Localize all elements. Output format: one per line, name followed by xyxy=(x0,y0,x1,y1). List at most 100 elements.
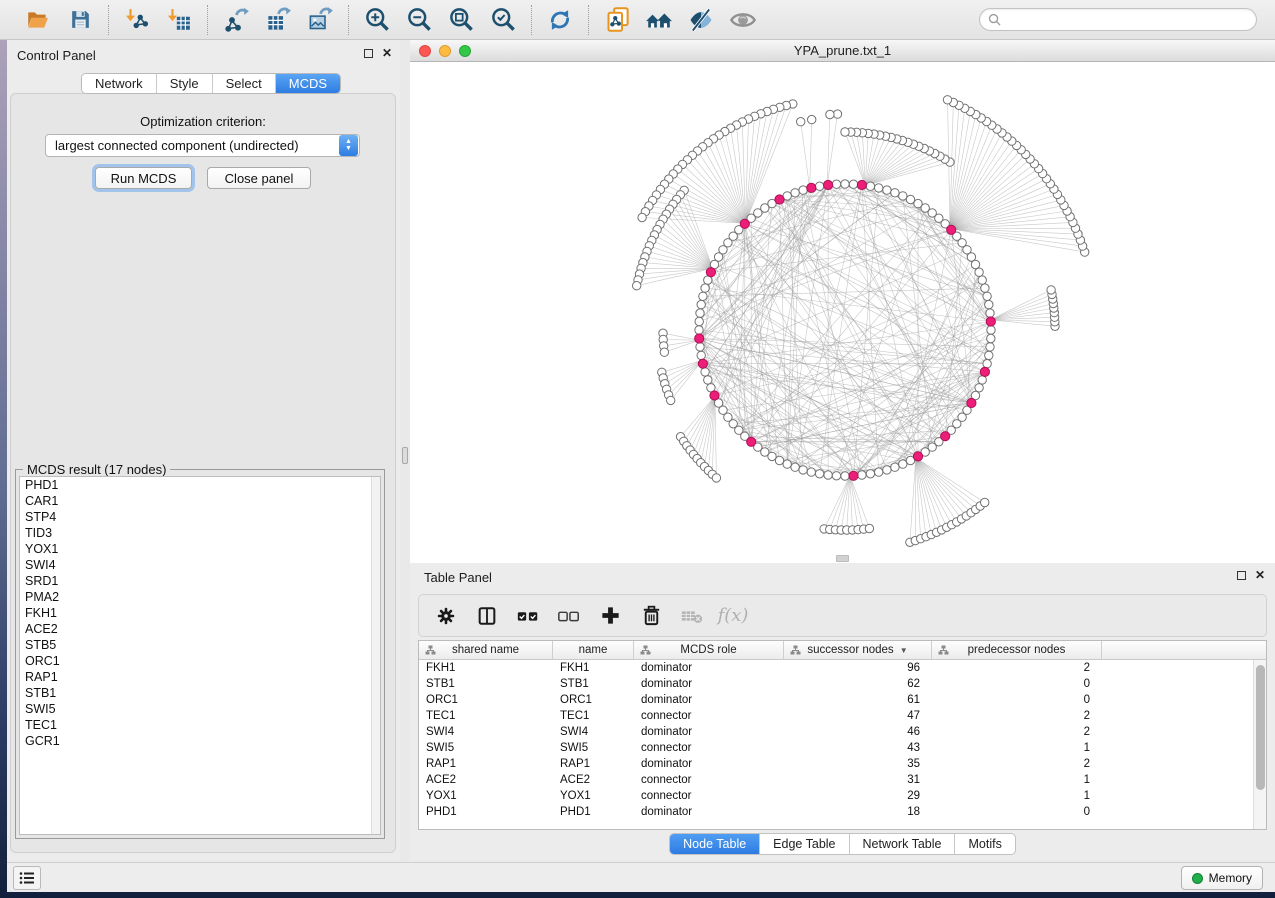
network-canvas[interactable] xyxy=(410,62,1275,563)
table-cell[interactable] xyxy=(1102,756,1253,772)
network-node[interactable] xyxy=(985,351,993,359)
table-cell[interactable]: 96 xyxy=(784,660,932,676)
network-node[interactable] xyxy=(983,360,991,368)
table-cell[interactable]: SWI5 xyxy=(553,740,634,756)
table-cell[interactable]: SWI4 xyxy=(553,724,634,740)
network-hub-node[interactable] xyxy=(706,268,715,277)
network-node[interactable] xyxy=(695,326,703,334)
network-node[interactable] xyxy=(797,118,805,126)
network-hub-node[interactable] xyxy=(967,398,976,407)
tab-motifs[interactable]: Motifs xyxy=(955,834,1014,854)
table-cell[interactable]: dominator xyxy=(634,676,784,692)
import-table-icon[interactable] xyxy=(165,6,193,34)
network-node[interactable] xyxy=(768,452,776,460)
close-panel-icon[interactable]: ✕ xyxy=(382,48,392,58)
network-node[interactable] xyxy=(799,466,807,474)
network-node[interactable] xyxy=(695,317,703,325)
mcds-result-list[interactable]: PHD1CAR1STP4TID3YOX1SWI4SRD1PMA2FKH1ACE2… xyxy=(19,476,381,835)
task-history-button[interactable] xyxy=(13,866,41,890)
network-node[interactable] xyxy=(865,524,873,532)
network-node[interactable] xyxy=(983,292,991,300)
network-node[interactable] xyxy=(987,334,995,342)
mcds-result-item[interactable]: SWI5 xyxy=(20,701,380,717)
table-cell[interactable]: 2 xyxy=(932,724,1102,740)
table-cell[interactable]: 18 xyxy=(784,804,932,820)
table-cell[interactable]: dominator xyxy=(634,692,784,708)
close-table-panel-icon[interactable]: ✕ xyxy=(1255,570,1265,580)
network-node[interactable] xyxy=(985,300,993,308)
table-cell[interactable] xyxy=(1102,676,1253,692)
table-cell[interactable]: 31 xyxy=(784,772,932,788)
table-row[interactable]: RAP1RAP1dominator352 xyxy=(419,756,1253,772)
table-cell[interactable]: TEC1 xyxy=(553,708,634,724)
table-cell[interactable]: dominator xyxy=(634,804,784,820)
network-node[interactable] xyxy=(638,213,646,221)
table-cell[interactable]: 2 xyxy=(932,756,1102,772)
mcds-result-item[interactable]: SRD1 xyxy=(20,573,380,589)
network-node[interactable] xyxy=(815,182,823,190)
table-cell[interactable]: 43 xyxy=(784,740,932,756)
deselect-all-icon[interactable] xyxy=(556,603,582,629)
network-node[interactable] xyxy=(701,368,709,376)
network-node[interactable] xyxy=(899,192,907,200)
table-row[interactable]: STB1STB1dominator620 xyxy=(419,676,1253,692)
mcds-list-scrollbar[interactable] xyxy=(371,477,380,834)
network-hub-node[interactable] xyxy=(980,367,989,376)
table-row[interactable]: PHD1PHD1dominator180 xyxy=(419,804,1253,820)
table-row[interactable]: YOX1YOX1connector291 xyxy=(419,788,1253,804)
network-hub-node[interactable] xyxy=(710,391,719,400)
table-scrollbar-thumb[interactable] xyxy=(1256,665,1265,790)
network-hub-node[interactable] xyxy=(695,334,704,343)
tab-node-table[interactable]: Node Table xyxy=(670,834,760,854)
network-hub-node[interactable] xyxy=(740,219,749,228)
table-row[interactable]: FKH1FKH1dominator962 xyxy=(419,660,1253,676)
network-node[interactable] xyxy=(978,276,986,284)
table-cell[interactable]: ACE2 xyxy=(419,772,553,788)
table-cell[interactable]: 47 xyxy=(784,708,932,724)
mcds-result-item[interactable]: TID3 xyxy=(20,525,380,541)
network-node[interactable] xyxy=(660,348,668,356)
column-header-name[interactable]: name xyxy=(553,641,634,659)
table-cell[interactable]: 0 xyxy=(932,692,1102,708)
mcds-result-item[interactable]: PHD1 xyxy=(20,477,380,493)
network-node[interactable] xyxy=(712,474,720,482)
mcds-result-item[interactable]: STP4 xyxy=(20,509,380,525)
mcds-result-item[interactable]: CAR1 xyxy=(20,493,380,509)
table-cell[interactable]: dominator xyxy=(634,756,784,772)
table-cell[interactable]: connector xyxy=(634,772,784,788)
sort-chevron-icon[interactable]: ▼ xyxy=(900,646,908,655)
table-cell[interactable]: STB1 xyxy=(553,676,634,692)
network-node[interactable] xyxy=(697,300,705,308)
network-node[interactable] xyxy=(883,466,891,474)
column-header-successor-nodes[interactable]: successor nodes ▼ xyxy=(784,641,932,659)
mcds-result-item[interactable]: SWI4 xyxy=(20,557,380,573)
vertical-splitter[interactable] xyxy=(400,40,410,862)
table-cell[interactable]: connector xyxy=(634,740,784,756)
network-node[interactable] xyxy=(714,253,722,261)
tab-select[interactable]: Select xyxy=(213,74,276,93)
network-hub-node[interactable] xyxy=(857,180,866,189)
close-panel-button[interactable]: Close panel xyxy=(207,167,311,189)
table-cell[interactable] xyxy=(1102,708,1253,724)
network-hub-node[interactable] xyxy=(849,471,858,480)
table-cell[interactable]: SWI5 xyxy=(419,740,553,756)
table-row[interactable]: SWI5SWI5connector431 xyxy=(419,740,1253,756)
table-cell[interactable] xyxy=(1102,660,1253,676)
table-cell[interactable]: PHD1 xyxy=(419,804,553,820)
table-cell[interactable]: dominator xyxy=(634,660,784,676)
table-cell[interactable] xyxy=(1102,772,1253,788)
float-table-panel-icon[interactable] xyxy=(1237,571,1246,580)
zoom-in-icon[interactable] xyxy=(363,6,391,34)
table-cell[interactable]: TEC1 xyxy=(419,708,553,724)
table-cell[interactable]: RAP1 xyxy=(419,756,553,772)
table-row[interactable]: TEC1TEC1connector472 xyxy=(419,708,1253,724)
zoom-fit-icon[interactable] xyxy=(447,6,475,34)
network-hub-node[interactable] xyxy=(913,452,922,461)
mcds-result-item[interactable]: STB1 xyxy=(20,685,380,701)
delete-column-icon[interactable] xyxy=(638,603,664,629)
network-node[interactable] xyxy=(981,498,989,506)
network-node[interactable] xyxy=(696,309,704,317)
export-image-icon[interactable] xyxy=(306,6,334,34)
table-cell[interactable]: 1 xyxy=(932,740,1102,756)
table-cell[interactable]: 2 xyxy=(932,660,1102,676)
